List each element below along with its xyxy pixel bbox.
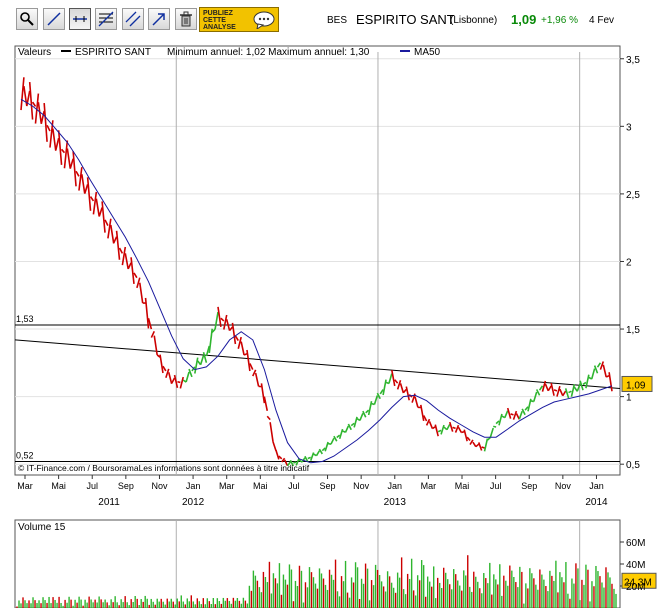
publish-analysis-label: PUBLIEZ CETTE ANALYSE [203,10,236,31]
parallel-lines-icon [125,11,141,27]
x-tick-label: Jul [86,481,98,491]
price-chart: Valeurs ESPIRITO SANT Minimum annuel: 1,… [14,45,657,608]
x-tick-label: Nov [151,481,168,491]
stock-name: ESPIRITO SANT [356,12,455,27]
price-segment [177,380,181,384]
year-label: 2012 [182,497,205,508]
price-segment [510,413,514,416]
volume-tick-label: 60M [626,538,645,549]
magnifier-icon [20,12,34,26]
trash-icon [180,11,192,27]
horizontal-line-icon [73,16,87,22]
draw-line-tool-button[interactable] [43,8,65,30]
year-label: 2013 [384,497,407,508]
price-segment [481,446,485,449]
x-tick-label: Mai [51,481,66,491]
x-tick-label: Jul [490,481,502,491]
legend-stock: ESPIRITO SANT [75,47,151,58]
speech-bubble-icon [253,11,275,29]
fibonacci-icon [98,11,114,27]
legend-min-max: Minimum annuel: 1,02 Maximum annuel: 1,3… [167,47,370,58]
x-tick-label: Sep [320,481,336,491]
fibonacci-tool-button[interactable] [95,8,117,30]
y-tick-label: 1,5 [626,325,640,336]
x-tick-label: Jan [388,481,403,491]
chart-footnote: © IT-Finance.com / BoursoramaLes informa… [18,463,310,473]
y-tick-label: 3 [626,122,632,133]
zoom-tool-button[interactable] [16,8,38,30]
x-tick-label: Jul [288,481,300,491]
x-tick-label: Mar [219,481,235,491]
x-tick-label: Nov [555,481,572,491]
volume-tick-label: 20M [626,582,645,593]
x-tick-label: Nov [353,481,370,491]
chart-frame [14,45,621,608]
arrow-icon [152,13,165,26]
x-tick-label: Mar [17,481,33,491]
y-tick-label: 2 [626,257,632,268]
x-tick-label: Mar [421,481,437,491]
x-tick-label: Jan [589,481,604,491]
price-segment [461,430,465,434]
x-tick-label: Jan [186,481,201,491]
delete-tool-button[interactable] [175,8,197,30]
volume-tick-label: 40M [626,560,645,571]
x-tick-label: Mai [253,481,268,491]
chart-toolbar: PUBLIEZ CETTE ANALYSE BES ESPIRITO SANT … [0,0,670,42]
year-label: 2011 [98,497,120,508]
x-tick-label: Sep [521,481,537,491]
ticker-symbol: BES [327,15,348,26]
price-change: +1,96 % [541,15,578,26]
level-label-high: 1,53 [16,314,34,324]
legend-valeurs: Valeurs [18,47,51,58]
y-tick-label: 1 [626,393,632,404]
arrow-tool-button[interactable] [148,8,170,30]
price-segment [452,426,456,430]
quote-date: 4 Fev [589,15,615,26]
price-segment [307,456,311,460]
horizontal-line-tool-button[interactable] [69,8,91,30]
publish-analysis-button[interactable]: PUBLIEZ CETTE ANALYSE [199,7,279,32]
price-segment [493,425,497,428]
level-label-low: 0,52 [16,450,34,460]
parallel-lines-tool-button[interactable] [122,8,144,30]
price-segment [553,389,558,392]
x-tick-label: Mai [455,481,470,491]
diagonal-line-icon [47,12,61,26]
y-tick-label: 0,5 [626,460,640,471]
legend-ma50: MA50 [414,47,441,58]
x-tick-label: Sep [118,481,134,491]
price-plot-frame [14,45,621,476]
last-price-label: 1,09 [626,380,646,391]
market-name: (Lisbonne) [450,15,498,26]
y-tick-label: 3,5 [626,55,640,66]
y-tick-label: 2,5 [626,190,640,201]
volume-title: Volume 15 [18,522,66,533]
year-label: 2014 [585,497,608,508]
last-price: 1,09 [511,12,537,27]
